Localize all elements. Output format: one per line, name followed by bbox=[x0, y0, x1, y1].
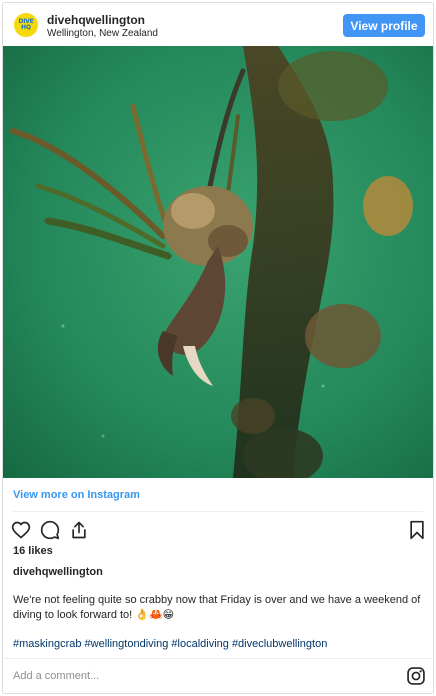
post-actions bbox=[3, 515, 433, 543]
account-avatar[interactable]: DIVE HQ bbox=[14, 13, 38, 37]
bookmark-icon[interactable] bbox=[407, 520, 427, 540]
hashtag-list: #maskingcrab #wellingtondiving #localdiv… bbox=[13, 638, 423, 650]
hashtag-link[interactable]: #diveclubwellington bbox=[232, 638, 327, 650]
divider bbox=[13, 511, 423, 512]
avatar-logo-line2: HQ bbox=[21, 24, 31, 31]
post-photo[interactable] bbox=[3, 46, 433, 478]
comment-input[interactable] bbox=[13, 666, 383, 686]
comment-divider bbox=[3, 658, 433, 659]
instagram-embed-card: DIVE HQ divehqwellington Wellington, New… bbox=[2, 2, 434, 694]
view-profile-button[interactable]: View profile bbox=[343, 14, 425, 37]
underwater-crab-image bbox=[3, 46, 433, 478]
share-icon[interactable] bbox=[69, 520, 89, 540]
likes-count[interactable]: 16 likes bbox=[13, 545, 53, 557]
post-owner[interactable]: divehqwellington bbox=[13, 566, 103, 578]
comment-icon[interactable] bbox=[40, 520, 60, 540]
post-header: DIVE HQ divehqwellington Wellington, New… bbox=[3, 3, 433, 47]
view-more-link[interactable]: View more on Instagram bbox=[13, 489, 140, 501]
account-location[interactable]: Wellington, New Zealand bbox=[47, 28, 158, 39]
post-caption: We're not feeling quite so crabby now th… bbox=[13, 594, 421, 621]
avatar-logo: DIVE HQ bbox=[18, 19, 33, 31]
hashtag-link[interactable]: #localdiving bbox=[171, 638, 232, 650]
hashtag-link[interactable]: #wellingtondiving bbox=[85, 638, 172, 650]
heart-icon[interactable] bbox=[11, 520, 31, 540]
hashtag-link[interactable]: #maskingcrab bbox=[13, 638, 85, 650]
instagram-logo-icon[interactable] bbox=[406, 666, 426, 686]
account-name[interactable]: divehqwellington bbox=[47, 13, 145, 27]
